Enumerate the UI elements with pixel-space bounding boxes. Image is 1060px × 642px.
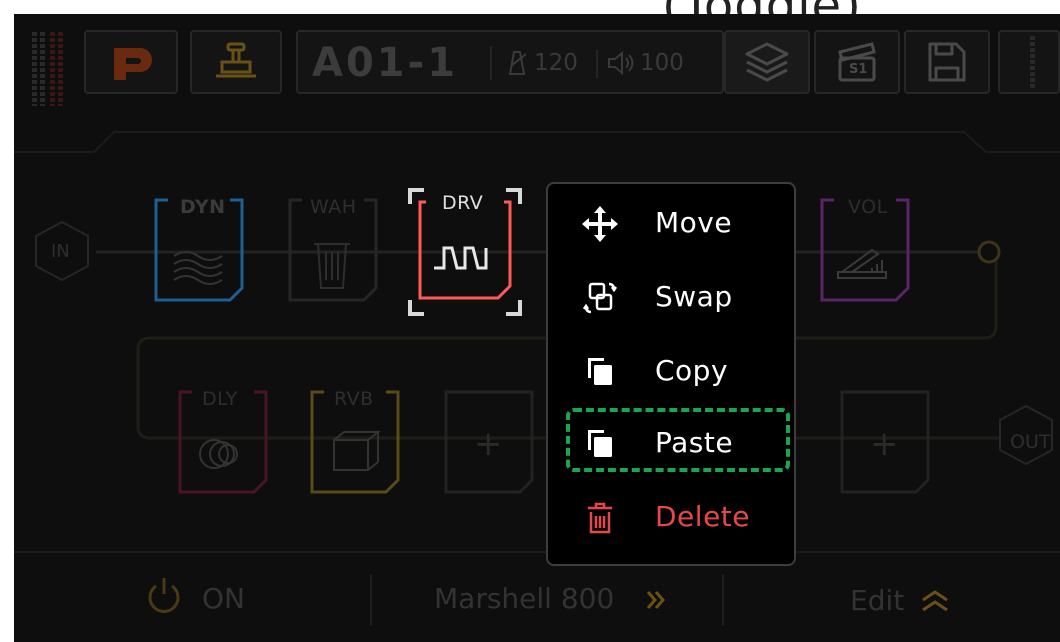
double-chevron-right-icon — [646, 591, 665, 609]
block-label-drv: DRV — [438, 192, 488, 214]
effect-block-dly[interactable]: DLY — [178, 388, 268, 494]
edit-label: Edit — [850, 584, 905, 617]
menu-item-label: Copy — [655, 354, 729, 387]
move-icon — [582, 206, 618, 242]
square-wave-icon — [434, 246, 488, 270]
cube-room-icon — [333, 431, 381, 471]
add-plus-icon: + — [474, 424, 503, 464]
menu-item-move[interactable]: Move — [562, 186, 808, 258]
amp-model-selector[interactable]: Marshell 800 — [424, 574, 680, 624]
menu-item-swap[interactable]: Swap — [562, 260, 808, 332]
menu-item-delete[interactable]: Delete — [562, 480, 808, 552]
divider — [370, 574, 372, 626]
device-screen: A01-1 120 100 S1 IN OUT DYN WAH DRV VOL … — [14, 14, 1060, 642]
menu-item-label: Delete — [655, 500, 750, 533]
effect-block-rvb[interactable]: RVB — [310, 388, 400, 494]
block-label-wah: WAH — [306, 196, 361, 218]
menu-item-copy[interactable]: Copy — [562, 334, 808, 406]
menu-item-label: Swap — [655, 280, 733, 313]
menu-item-paste[interactable]: Paste — [562, 406, 808, 478]
add-block-slot[interactable]: + — [444, 390, 534, 494]
volume-pedal-icon — [837, 248, 887, 279]
power-toggle[interactable]: ON — [142, 574, 262, 624]
add-block-slot[interactable]: + — [840, 390, 930, 494]
input-node-label[interactable]: IN — [51, 241, 70, 262]
copy-icon — [588, 358, 612, 385]
menu-item-label: Move — [655, 206, 733, 239]
trash-icon — [588, 502, 612, 534]
double-chevron-up-icon — [922, 590, 948, 612]
block-label-dly: DLY — [198, 388, 242, 410]
edit-button[interactable]: Edit — [844, 574, 964, 624]
effect-block-vol[interactable]: VOL — [820, 196, 910, 302]
trash-icon — [314, 243, 350, 289]
menu-item-label: Paste — [655, 426, 734, 459]
power-icon — [148, 578, 180, 613]
output-node-label[interactable]: OUT — [1010, 431, 1050, 453]
power-label: ON — [202, 582, 245, 615]
amp-model-label: Marshell 800 — [434, 582, 615, 615]
add-plus-icon: + — [870, 424, 899, 464]
block-label-vol: VOL — [844, 196, 892, 218]
effect-block-drv-selected[interactable]: DRV — [408, 188, 522, 316]
block-label-rvb: RVB — [330, 388, 378, 410]
divider — [722, 574, 724, 626]
signal-chain-lines — [14, 131, 1060, 553]
swap-icon — [582, 282, 618, 314]
paste-icon — [588, 430, 612, 457]
effect-block-dyn[interactable]: DYN — [154, 196, 244, 302]
block-label-dyn: DYN — [176, 196, 230, 218]
echo-circles-icon — [199, 439, 238, 469]
effect-block-wah[interactable]: WAH — [288, 196, 378, 302]
